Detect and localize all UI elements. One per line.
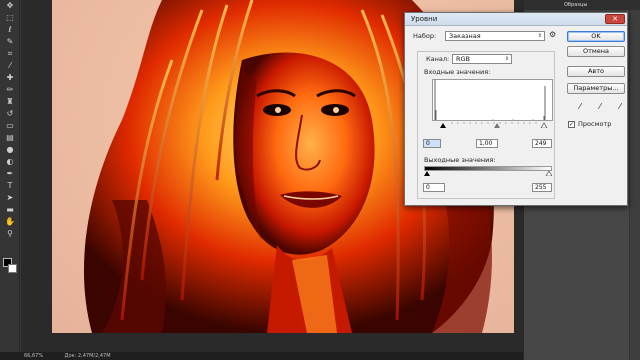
dodge-icon[interactable]: ◐ xyxy=(0,156,20,168)
channel-select[interactable]: RGB ⇕ xyxy=(452,54,512,64)
quick-select-icon[interactable]: ✎ xyxy=(0,36,20,48)
preset-label: Набор: xyxy=(413,32,437,40)
input-black-field[interactable]: 0 xyxy=(423,139,441,148)
input-sliders xyxy=(440,122,548,129)
pen-icon[interactable]: ✒ xyxy=(0,168,20,180)
output-white-slider[interactable] xyxy=(545,171,552,176)
input-gamma-value: 1,00 xyxy=(479,140,493,147)
chevron-down-icon: ⇕ xyxy=(504,56,509,62)
output-sliders xyxy=(424,171,552,176)
output-levels-label: Выходные значения: xyxy=(424,156,496,164)
output-black-field[interactable]: 0 xyxy=(423,183,445,192)
zoom-level[interactable]: 66,67% xyxy=(24,353,43,359)
shape-icon[interactable]: ▬ xyxy=(0,204,20,216)
channel-value: RGB xyxy=(456,55,471,63)
color-swatches[interactable] xyxy=(3,258,17,274)
hand-icon[interactable]: ✋ xyxy=(0,216,20,228)
blur-icon[interactable]: ● xyxy=(0,144,20,156)
output-white-value: 255 xyxy=(535,184,547,191)
input-slider-track[interactable] xyxy=(432,122,553,129)
input-gamma-field[interactable]: 1,00 xyxy=(476,139,498,148)
swatches-tab[interactable]: Образцы xyxy=(524,0,640,10)
photoshop-window: ✥ ⬚ ℓ ✎ ⌗ ⁄ ✚ ✏ ♜ ↺ ▭ ▤ ● ◐ ✒ T ➤ ▬ ✋ ⚲ xyxy=(0,0,640,360)
histogram xyxy=(432,79,553,121)
eyedropper-group: ⁄ ⁄ ⁄ xyxy=(575,102,625,112)
input-black-value: 0 xyxy=(426,140,430,147)
type-icon[interactable]: T xyxy=(0,180,20,192)
gradient-icon[interactable]: ▤ xyxy=(0,132,20,144)
eyedropper-icon[interactable]: ⁄ xyxy=(0,60,20,72)
crop-icon[interactable]: ⌗ xyxy=(0,48,20,60)
marquee-icon[interactable]: ⬚ xyxy=(0,12,20,24)
preset-value: Заказная xyxy=(449,32,481,40)
preview-label: Просмотр xyxy=(578,120,612,128)
background-color[interactable] xyxy=(8,264,17,273)
output-black-value: 0 xyxy=(426,184,430,191)
black-eyedropper-icon[interactable]: ⁄ xyxy=(575,102,585,112)
brush-icon[interactable]: ✏ xyxy=(0,84,20,96)
lasso-icon[interactable]: ℓ xyxy=(0,24,20,36)
ok-button[interactable]: OK xyxy=(567,31,625,42)
histogram-graph xyxy=(434,80,546,120)
path-select-icon[interactable]: ➤ xyxy=(0,192,20,204)
cancel-button[interactable]: Отмена xyxy=(567,46,625,57)
levels-dialog: Уровни ✕ Набор: Заказная ⇕ ⚙ Канал: RGB … xyxy=(404,12,628,206)
move-icon[interactable]: ✥ xyxy=(0,0,20,12)
input-white-value: 249 xyxy=(535,140,547,147)
output-white-field[interactable]: 255 xyxy=(532,183,552,192)
collapsed-panels-strip xyxy=(629,10,640,360)
output-black-slider[interactable] xyxy=(424,171,430,176)
levels-group: Канал: RGB ⇕ Входные значения: 0 1,00 24… xyxy=(417,51,555,199)
status-bar: 66,67% Док: 2,47M/2,47M xyxy=(0,352,523,360)
dialog-titlebar[interactable]: Уровни ✕ xyxy=(405,13,627,26)
preset-select[interactable]: Заказная ⇕ xyxy=(445,31,545,41)
preview-checkbox[interactable]: ✓ xyxy=(568,120,575,128)
zoom-icon[interactable]: ⚲ xyxy=(0,228,20,240)
gear-icon[interactable]: ⚙ xyxy=(549,31,556,39)
input-white-field[interactable]: 249 xyxy=(532,139,552,148)
input-levels-label: Входные значения: xyxy=(424,68,491,76)
preview-toggle[interactable]: ✓ Просмотр xyxy=(568,120,611,128)
dialog-title: Уровни xyxy=(411,15,438,23)
channel-label: Канал: xyxy=(426,55,450,63)
gray-eyedropper-icon[interactable]: ⁄ xyxy=(595,102,605,112)
tools-panel: ✥ ⬚ ℓ ✎ ⌗ ⁄ ✚ ✏ ♜ ↺ ▭ ▤ ● ◐ ✒ T ➤ ▬ ✋ ⚲ xyxy=(0,0,20,352)
doc-size: Док: 2,47M/2,47M xyxy=(64,353,111,359)
black-point-slider[interactable] xyxy=(440,123,446,128)
auto-button[interactable]: Авто xyxy=(567,66,625,77)
gamma-slider[interactable] xyxy=(494,123,500,128)
options-button[interactable]: Параметры... xyxy=(567,83,625,94)
white-eyedropper-icon[interactable]: ⁄ xyxy=(615,102,625,112)
close-icon[interactable]: ✕ xyxy=(605,14,625,24)
clone-stamp-icon[interactable]: ♜ xyxy=(0,96,20,108)
history-brush-icon[interactable]: ↺ xyxy=(0,108,20,120)
chevron-down-icon: ⇕ xyxy=(537,33,542,39)
eraser-icon[interactable]: ▭ xyxy=(0,120,20,132)
white-point-slider[interactable] xyxy=(540,122,548,129)
healing-icon[interactable]: ✚ xyxy=(0,72,20,84)
